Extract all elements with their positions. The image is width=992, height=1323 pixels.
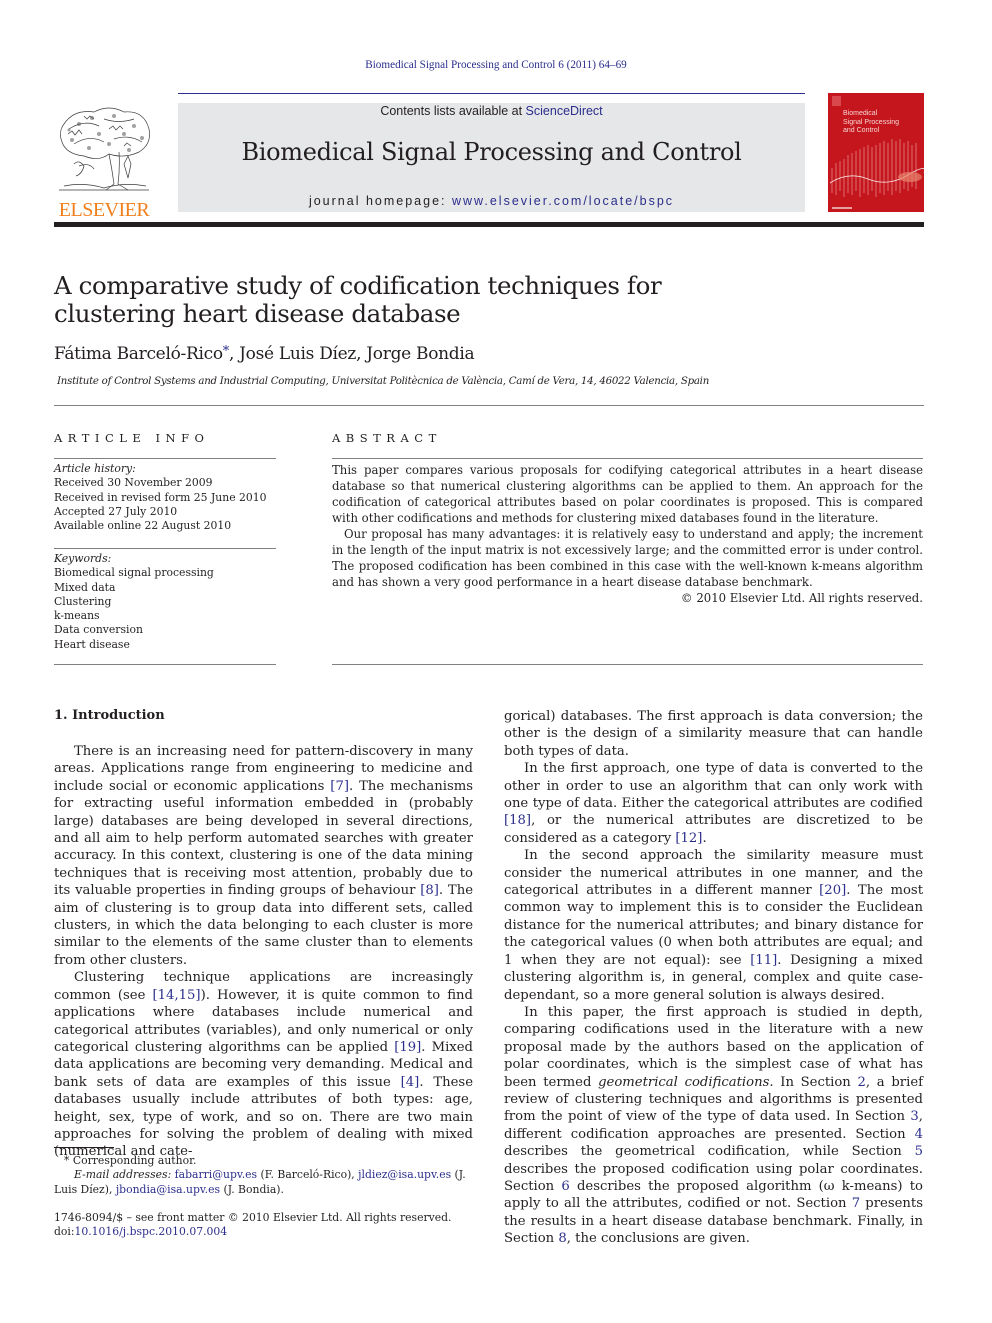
running-head[interactable]: Biomedical Signal Processing and Control… (0, 59, 992, 71)
journal-masthead: Contents lists available at ScienceDirec… (178, 103, 805, 212)
contents-prefix: Contents lists available at (380, 104, 526, 118)
keywords-rule (54, 548, 276, 549)
author-list: Fátima Barceló-Rico*, José Luis Díez, Jo… (54, 344, 475, 364)
cover-footer-mark (832, 207, 852, 209)
cover-title-line: Signal Processing (843, 118, 900, 126)
body-paragraph: In this paper, the first approach is stu… (504, 1004, 924, 1247)
section-link[interactable]: 3 (910, 1109, 918, 1124)
abstract-body: This paper compares various proposals fo… (332, 462, 923, 606)
doi-link[interactable]: 10.1016/j.bspc.2010.07.004 (75, 1225, 228, 1238)
cover-title-line: Biomedical (843, 110, 878, 117)
header-rule (178, 93, 805, 94)
article-info-bottom-rule (54, 664, 276, 665)
body-paragraph: gorical) databases. The first approach i… (504, 709, 923, 759)
elsevier-wordmark: ELSEVIER (58, 199, 150, 221)
cover-title: Biomedical Signal Processing and Control (843, 110, 899, 136)
journal-homepage-link[interactable]: www.elsevier.com/locate/bspc (452, 194, 674, 208)
elsevier-logo[interactable]: ELSEVIER (54, 104, 154, 220)
tree-icon (59, 107, 150, 191)
history-item: Available online 22 August 2010 (54, 519, 232, 533)
title-divider (54, 405, 924, 406)
citation-link[interactable]: [19] (394, 1040, 421, 1055)
keywords: Keywords: Biomedical signal processing M… (54, 552, 276, 652)
corresponding-author-note: * Corresponding author. (64, 1154, 197, 1167)
email-link[interactable]: jldiez@isa.upv.es (358, 1168, 451, 1181)
article-history: Article history: Received 30 November 20… (54, 462, 276, 533)
abstract-copyright: © 2010 Elsevier Ltd. All rights reserved… (680, 591, 923, 605)
article-title: A comparative study of codification tech… (54, 271, 662, 328)
cover-logo-icon (832, 96, 841, 106)
section-link[interactable]: 2 (858, 1075, 866, 1090)
issn-line: 1746-8094/$ – see front matter © 2010 El… (54, 1211, 452, 1224)
citation-link[interactable]: [11] (750, 953, 777, 968)
contents-line: Contents lists available at ScienceDirec… (178, 104, 805, 118)
section-link[interactable]: 6 (561, 1179, 569, 1194)
citation-link[interactable]: [7] (330, 779, 349, 794)
article-info-rule (54, 458, 276, 459)
abstract-heading: ABSTRACT (332, 431, 442, 445)
abstract-paragraph: Our proposal has many advantages: it is … (332, 527, 923, 589)
abstract-rule (332, 458, 923, 459)
keyword-item: Clustering (54, 594, 112, 608)
keyword-item: k-means (54, 609, 100, 623)
article-info-heading: ARTICLE INFO (54, 431, 210, 445)
history-item: Accepted 27 July 2010 (54, 504, 178, 518)
citation-link[interactable]: [12] (675, 831, 702, 846)
journal-cover-thumbnail[interactable]: Biomedical Signal Processing and Control (828, 93, 924, 212)
history-item: Received in revised form 25 June 2010 (54, 490, 267, 504)
front-matter: 1746-8094/$ – see front matter © 2010 El… (54, 1211, 451, 1240)
body-paragraph: Clustering technique applications are in… (54, 970, 473, 1160)
doi-line: doi:10.1016/j.bspc.2010.07.004 (54, 1225, 228, 1239)
body-paragraph: There is an increasing need for pattern-… (54, 744, 473, 968)
keyword-item: Biomedical signal processing (54, 566, 214, 580)
keywords-label: Keywords: (54, 552, 112, 565)
journal-name: Biomedical Signal Processing and Control (241, 138, 742, 166)
email-link[interactable]: jbondia@isa.upv.es (116, 1183, 220, 1196)
abstract-bottom-rule (332, 664, 923, 665)
section-heading-introduction: 1. Introduction (54, 708, 165, 723)
abstract-paragraph: This paper compares various proposals fo… (332, 463, 923, 525)
section-link[interactable]: 8 (558, 1231, 566, 1246)
footnote: * Corresponding author. E-mail addresses… (54, 1154, 474, 1197)
section-link[interactable]: 4 (915, 1127, 923, 1142)
section-link[interactable]: 5 (915, 1144, 923, 1159)
section-link[interactable]: 7 (852, 1196, 860, 1211)
email-addresses: E-mail addresses: fabarri@upv.es (F. Bar… (54, 1168, 466, 1196)
body-paragraph: In the second approach the similarity me… (504, 848, 923, 1003)
homepage-line: journal homepage: www.elsevier.com/locat… (178, 194, 805, 208)
body-column-right: gorical) databases. The first approach i… (504, 708, 923, 1248)
body-column-left: There is an increasing need for pattern-… (54, 743, 473, 1161)
citation-link[interactable]: [14,15] (153, 988, 201, 1003)
citation-link[interactable]: [4] (401, 1075, 420, 1090)
masthead-divider (54, 222, 924, 227)
history-item: Received 30 November 2009 (54, 476, 213, 490)
signal-waveform-icon (829, 139, 924, 197)
author-name: Fátima Barceló-Rico (54, 344, 223, 364)
citation-link[interactable]: [18] (504, 813, 531, 828)
article-history-label: Article history: (54, 462, 136, 475)
author-names-rest: , José Luis Díez, Jorge Bondia (228, 344, 475, 364)
citation-link[interactable]: [8] (420, 883, 439, 898)
sciencedirect-link[interactable]: ScienceDirect (526, 104, 603, 118)
email-link[interactable]: fabarri@upv.es (175, 1168, 257, 1181)
footnote-rule (54, 1147, 114, 1148)
affiliation: Institute of Control Systems and Industr… (57, 376, 710, 387)
keyword-item: Mixed data (54, 580, 116, 594)
keyword-item: Data conversion (54, 623, 143, 637)
citation-link[interactable]: [20] (819, 883, 846, 898)
body-paragraph: In the first approach, one type of data … (504, 761, 923, 846)
keyword-item: Heart disease (54, 637, 130, 651)
homepage-prefix: journal homepage: (308, 194, 452, 208)
